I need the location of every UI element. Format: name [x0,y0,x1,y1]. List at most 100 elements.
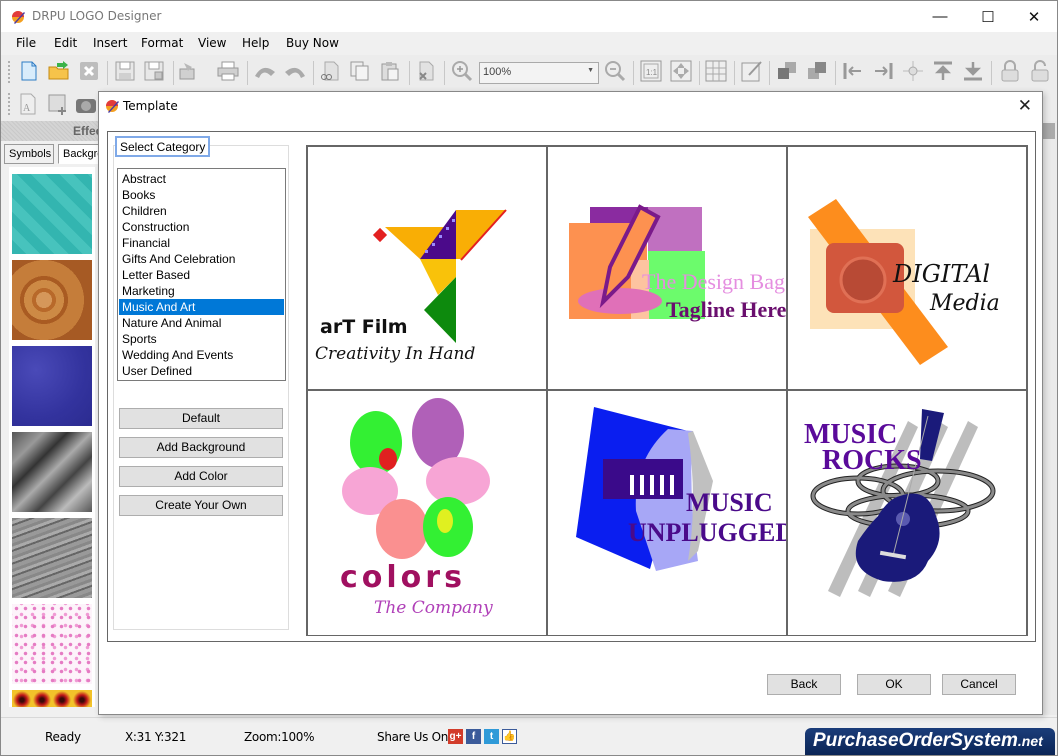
menu-edit[interactable]: Edit [54,36,77,50]
background-thumbnail-marble[interactable] [12,518,92,598]
template-music-unplugged[interactable]: MUSIC UNPLUGGED [548,391,788,635]
edit-icon[interactable] [741,60,763,82]
bring-front-icon[interactable] [776,60,798,82]
effects-header: Effects [1,121,113,141]
category-item[interactable]: Financial [119,235,284,251]
cancel-button[interactable]: Cancel [942,674,1016,695]
actual-size-icon[interactable]: 1:1 [640,60,662,82]
category-item[interactable]: Wedding And Events [119,347,284,363]
open-folder-icon[interactable] [48,60,70,82]
print-icon[interactable] [217,60,239,82]
background-thumbnail-teal[interactable] [12,174,92,254]
category-list[interactable]: Abstract Books Children Construction Fin… [117,168,286,381]
close-button[interactable]: ✕ [1011,1,1057,32]
menu-format[interactable]: Format [141,36,183,50]
category-item[interactable]: Marketing [119,283,284,299]
category-item[interactable]: User Defined [119,363,284,379]
menu-buy-now[interactable]: Buy Now [286,36,339,50]
template-music-rocks[interactable]: MUSIC ROCKS [788,391,1026,635]
zoom-out-icon[interactable] [604,60,626,82]
create-your-own-button[interactable]: Create Your Own [119,495,283,516]
category-item[interactable]: Nature And Animal [119,315,284,331]
align-left-icon[interactable] [842,60,864,82]
fit-window-icon[interactable] [670,60,692,82]
background-thumbnail-wood[interactable] [12,260,92,340]
ok-button[interactable]: OK [857,674,931,695]
facebook-icon[interactable]: f [466,729,481,744]
toolbar-separator [247,61,248,85]
background-thumbnail-silver[interactable] [12,432,92,512]
toolbar-grip[interactable] [8,93,11,115]
zoom-select[interactable]: 100% ▼ [479,62,599,84]
close-icon: ✕ [1027,8,1041,26]
music-unplugged-title: MUSIC [686,488,773,517]
like-icon[interactable]: 👍 [502,729,517,744]
category-item-selected[interactable]: Music And Art [119,299,284,315]
zoom-in-icon[interactable] [451,60,473,82]
add-background-button[interactable]: Add Background [119,437,283,458]
cut-icon[interactable] [319,60,341,82]
maximize-button[interactable]: ☐ [965,1,1011,32]
close-file-icon[interactable] [78,60,100,82]
menu-insert[interactable]: Insert [93,36,127,50]
toolbar-separator [991,61,992,85]
menu-file[interactable]: File [16,36,36,50]
category-item[interactable]: Sports [119,331,284,347]
lock-icon[interactable] [999,60,1021,82]
tab-symbols[interactable]: Symbols [4,144,54,164]
save-as-icon[interactable] [143,60,165,82]
background-thumbnail-sunflowers[interactable] [12,690,92,707]
toolbar-grip[interactable] [8,61,11,83]
template-design-bag[interactable]: The Design Bag Tagline Here [548,147,788,391]
align-center-icon[interactable] [902,60,924,82]
unlock-icon[interactable] [1029,60,1051,82]
art-film-graphic: arT Film Creativity In Hand [315,209,507,364]
back-button[interactable]: Back [767,674,841,695]
category-item[interactable]: Letter Based [119,267,284,283]
svg-text:A: A [23,103,31,114]
brand-badge: PurchaseOrderSystem.net [805,728,1055,755]
share-label: Share Us On: [377,730,452,744]
export-icon[interactable] [178,60,200,82]
menu-help[interactable]: Help [242,36,269,50]
category-item[interactable]: Abstract [119,171,284,187]
category-item[interactable]: Gifts And Celebration [119,251,284,267]
category-item[interactable]: Construction [119,219,284,235]
toolbar-separator [173,61,174,85]
add-text-icon[interactable]: A [17,93,39,115]
template-colors[interactable]: colors The Company [308,391,548,635]
category-item[interactable]: Books [119,187,284,203]
minimize-button[interactable]: — [917,1,963,32]
background-thumbnail-blue[interactable] [12,346,92,426]
paste-icon[interactable] [379,60,401,82]
send-back-icon[interactable] [806,60,828,82]
dialog-close-icon[interactable]: ✕ [1018,96,1032,116]
canvas-scrollbar[interactable] [1041,121,1057,715]
background-thumbnail-pink-floral[interactable] [12,604,92,684]
delete-icon[interactable] [415,60,437,82]
template-digital-media[interactable]: DIGITAl Media [788,147,1026,391]
save-icon[interactable] [114,60,136,82]
add-color-button[interactable]: Add Color [119,466,283,487]
undo-icon[interactable] [253,60,275,82]
design-bag-title: The Design Bag [642,269,785,294]
brand-suffix: .net [1017,733,1043,749]
align-right-icon[interactable] [872,60,894,82]
category-item[interactable]: Children [119,203,284,219]
background-thumbnail-list [9,167,95,707]
grid-icon[interactable] [705,60,727,82]
google-plus-icon[interactable]: g+ [448,729,463,744]
twitter-icon[interactable]: t [484,729,499,744]
camera-icon[interactable] [75,93,97,115]
template-art-film[interactable]: arT Film Creativity In Hand [308,147,548,391]
default-button[interactable]: Default [119,408,283,429]
align-top-icon[interactable] [932,60,954,82]
menu-view[interactable]: View [198,36,226,50]
colors-title: colors [340,560,466,595]
scrollbar-thumb[interactable] [1043,123,1055,139]
add-image-icon[interactable] [47,93,69,115]
redo-icon[interactable] [283,60,305,82]
copy-icon[interactable] [349,60,371,82]
new-file-icon[interactable] [18,60,40,82]
align-bottom-icon[interactable] [962,60,984,82]
